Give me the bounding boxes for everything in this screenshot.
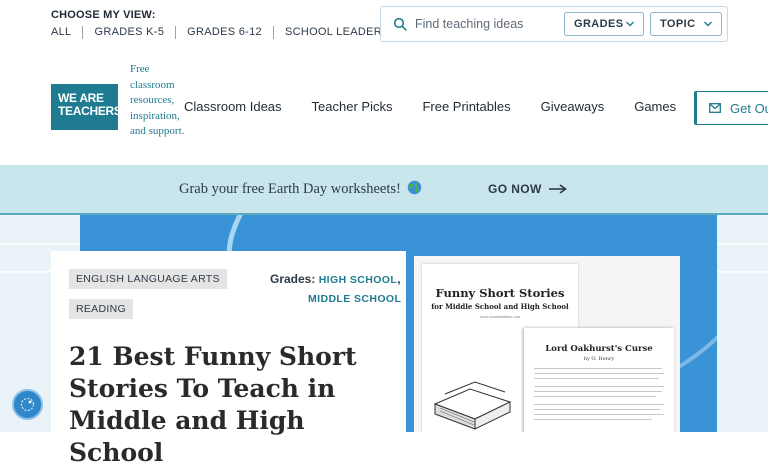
site-logo[interactable]: WE ARE TEACHERS: [51, 84, 122, 130]
view-links: ALL GRADES K-5 GRADES 6-12 SCHOOL LEADER…: [51, 26, 401, 39]
accessibility-icon: [20, 397, 35, 412]
search-input[interactable]: [415, 15, 555, 33]
text-line: [534, 419, 652, 420]
tag-reading[interactable]: READING: [69, 299, 133, 319]
chevron-down-icon: [626, 21, 634, 27]
nav-item-giveaways[interactable]: Giveaways: [541, 99, 605, 114]
text-line: [534, 409, 660, 410]
promo-banner[interactable]: Grab your free Earth Day worksheets! GO …: [0, 165, 768, 215]
promo-text-wrap: Grab your free Earth Day worksheets!: [179, 180, 422, 198]
chevron-down-icon: [704, 21, 712, 27]
utility-bar: CHOOSE MY VIEW: ALL GRADES K-5 GRADES 6-…: [0, 0, 768, 51]
text-line: [534, 414, 664, 415]
main-navigation: WE ARE TEACHERS Free classroom resources…: [0, 50, 768, 165]
grades-filter-dropdown[interactable]: GRADES: [564, 12, 644, 36]
tag-english-language-arts[interactable]: ENGLISH LANGUAGE ARTS: [69, 269, 227, 289]
promo-cta-label: GO NOW: [488, 182, 542, 196]
topic-filter-dropdown[interactable]: TOPIC: [650, 12, 722, 36]
mail-icon: [709, 103, 721, 113]
promo-go-now-link[interactable]: GO NOW: [488, 182, 567, 196]
text-line: [534, 391, 662, 392]
cover-subtitle: for Middle School and High School: [431, 302, 569, 311]
article-title: 21 Best Funny Short Stories To Teach in …: [69, 342, 357, 467]
text-line: [534, 368, 662, 369]
grade-link-middle-school[interactable]: MIDDLE SCHOOL: [308, 293, 401, 305]
search-icon[interactable]: [393, 17, 407, 31]
grade-link-high-school[interactable]: HIGH SCHOOL: [319, 274, 398, 286]
nav-item-free-printables[interactable]: Free Printables: [422, 99, 510, 114]
text-line: [534, 378, 659, 379]
site-tagline: Free classroom resources, inspiration, a…: [130, 63, 185, 137]
view-link-grades-k5[interactable]: GRADES K-5: [82, 26, 175, 39]
books-illustration: [433, 381, 512, 430]
arrow-right-icon: [548, 184, 567, 194]
cover-title: Funny Short Stories: [435, 286, 565, 300]
choose-view-label: CHOOSE MY VIEW:: [51, 9, 156, 21]
view-link-grades-6-12[interactable]: GRADES 6-12: [175, 26, 273, 39]
grades-filter-label: GRADES: [574, 18, 624, 30]
text-line: [534, 386, 664, 387]
cover-url: www.weareteachers.com: [480, 314, 520, 319]
accessibility-button[interactable]: [12, 389, 43, 420]
nav-links: Classroom Ideas Teacher Picks Free Print…: [184, 99, 706, 114]
newsletter-button-label: Get Ou: [730, 100, 768, 116]
nav-item-classroom-ideas[interactable]: Classroom Ideas: [184, 99, 282, 114]
story-author: by O. Henry: [583, 356, 615, 362]
logo-line-2: TEACHERS: [58, 104, 122, 118]
view-link-all[interactable]: ALL: [51, 26, 82, 39]
topic-filter-label: TOPIC: [660, 18, 696, 30]
nav-item-teacher-picks[interactable]: Teacher Picks: [312, 99, 393, 114]
text-line: [534, 404, 664, 405]
nav-item-games[interactable]: Games: [634, 99, 676, 114]
promo-text: Grab your free Earth Day worksheets!: [179, 181, 401, 197]
story-page: Lord Oakhurst's Curse by O. Henry: [524, 328, 674, 432]
article-card: ENGLISH LANGUAGE ARTS READING Grades: HI…: [51, 251, 406, 467]
grades-label: Grades:: [270, 272, 316, 286]
text-line: [534, 396, 656, 397]
article-featured-image: Funny Short Stories for Middle School an…: [414, 256, 680, 432]
search-bar: GRADES TOPIC: [380, 6, 728, 42]
newsletter-button[interactable]: Get Ou: [694, 91, 768, 125]
text-line: [534, 373, 664, 374]
grades-info: Grades: HIGH SCHOOL, MIDDLE SCHOOL: [270, 272, 402, 305]
globe-icon: [408, 180, 422, 195]
story-title: Lord Oakhurst's Curse: [545, 344, 653, 354]
